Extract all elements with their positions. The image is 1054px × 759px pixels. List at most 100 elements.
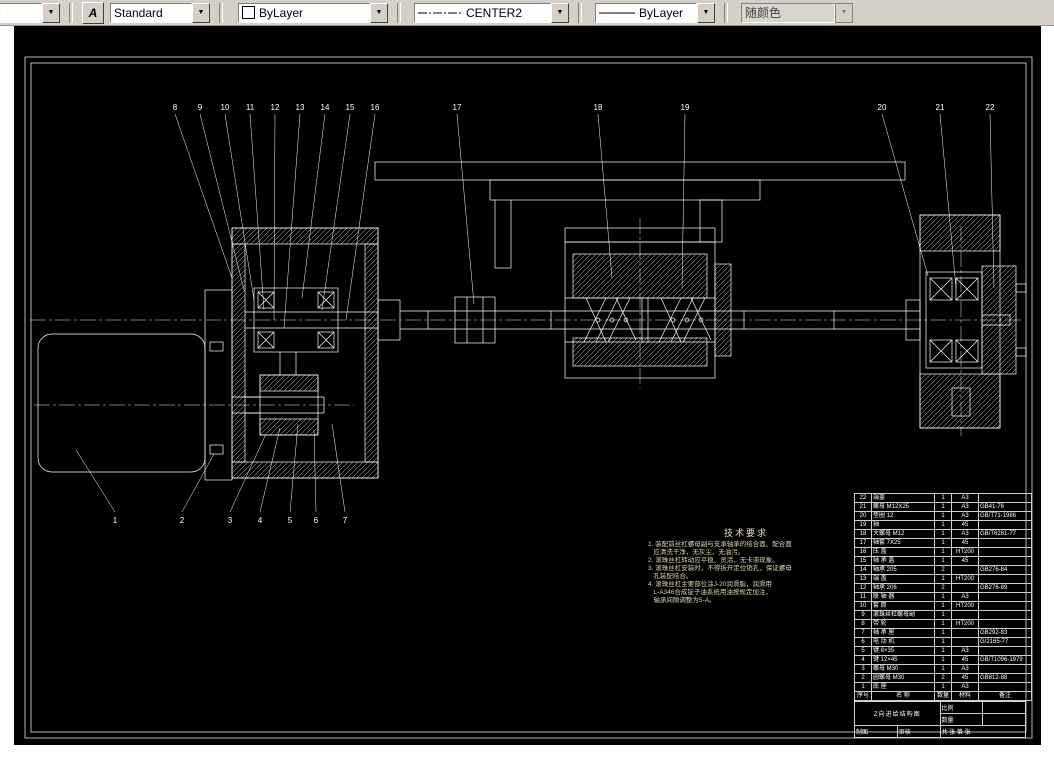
check-label: 审核 <box>896 725 941 738</box>
bom-row: 9 滚珠丝杠螺母副 1 <box>854 610 1032 620</box>
part-number: 14 <box>321 103 330 112</box>
linetype-combo-arrow[interactable]: ▼ <box>551 2 569 23</box>
tech-requirement-line: 应清洗干净，无灰尘、无油污。 <box>648 549 745 556</box>
part-number: 2 <box>180 516 185 525</box>
toolbar-separator <box>69 2 73 23</box>
bom-row: 17 轴套 7X25 1 45 <box>854 538 1032 548</box>
part-number: 6 <box>314 516 319 525</box>
bom-row: 14 轴承 205 2 GB276-84 <box>854 565 1032 575</box>
technical-requirements: 技术要求 1. 装配前丝杠螺母副与支承轴承的结合面、配合面 应清洗干净，无灰尘、… <box>648 526 844 605</box>
motor-body <box>37 333 206 473</box>
tech-requirement-line: 轴承间隙调整为5-A。 <box>648 597 716 604</box>
bom-row: 1底 座 1 A3 <box>854 682 1032 692</box>
sheet-label: 共 张 第 张 <box>939 725 1026 738</box>
tech-requirement-line: 孔装配结合。 <box>648 573 693 580</box>
bom-row: 2 圆螺母 M30 2 45 GB812-88 <box>854 673 1032 683</box>
text-style-combo-arrow[interactable]: ▼ <box>192 2 210 23</box>
layer-combo[interactable]: 5 ▼ <box>0 2 60 23</box>
part-number: 17 <box>453 103 462 112</box>
color-combo-arrow[interactable]: ▼ <box>370 2 388 23</box>
text-style-icon[interactable]: A <box>82 1 104 24</box>
part-number: 21 <box>936 103 945 112</box>
linetype-preview-icon <box>418 12 462 13</box>
gearbox-housing <box>231 227 379 479</box>
part-number: 20 <box>878 103 887 112</box>
tech-requirement-line: 2. 滚珠丝杠转动应平稳、灵活，无卡滞现象。 <box>648 557 779 564</box>
bom-row: 12 轴承 206 2 GB276-89 <box>854 583 1032 593</box>
lineweight-combo-value: ByLayer <box>639 5 684 20</box>
part-number: 22 <box>986 103 995 112</box>
parts-list-table: 22 端盖 1 A3 21 螺母 M12X25 1 A3 GB41-76 20 垫圈 12 1 A3 GB… <box>854 493 1032 701</box>
bom-row: 22 端盖 1 A3 <box>854 493 1032 503</box>
qty-label: 数量 <box>939 713 984 726</box>
plot-style-combo-arrow: ▼ <box>835 2 853 23</box>
bom-row: 13 端 盖 1 HT200 <box>854 574 1032 584</box>
linetype-combo[interactable]: CENTER2 ▼ <box>414 2 569 23</box>
drawing-title: Z向进给结构图 <box>854 701 941 726</box>
lineweight-combo-arrow[interactable]: ▼ <box>697 2 715 23</box>
drawn-label: 制图 <box>854 725 898 738</box>
toolbar-separator <box>397 2 401 23</box>
color-combo[interactable]: ByLayer ▼ <box>238 2 388 23</box>
end-cap <box>981 265 1017 375</box>
bom-row: 3 螺母 M30 1 A3 <box>854 664 1032 674</box>
bom-row: 15 轴 承 盖 1 45 <box>854 556 1032 566</box>
color-swatch-icon <box>242 6 255 19</box>
layer-combo-arrow[interactable]: ▼ <box>42 2 60 23</box>
bom-header-row: 序号名 称数量 材料 备注 <box>854 691 1032 701</box>
bom-row: 16 压 盖 1 HT200 <box>854 547 1032 557</box>
bom-row: 4键 12×45 1 45 GB/T1096-1979 <box>854 655 1032 665</box>
part-number: 16 <box>371 103 380 112</box>
tech-requirements-body: 1. 装配前丝杠螺母副与支承轴承的结合面、配合面 应清洗干净，无灰尘、无油污。 2… <box>648 541 844 605</box>
title-block: Z向进给结构图 比例 数量 制图 审核 共 张 第 张 <box>854 701 1026 738</box>
plot-style-value: 随颜色 <box>745 6 782 20</box>
bom-row: 11 联 轴 器 1 A3 <box>854 592 1032 602</box>
part-number: 7 <box>343 516 348 525</box>
motor-flange <box>204 289 233 481</box>
text-style-combo[interactable]: Standard ▼ <box>110 2 210 23</box>
lineweight-combo[interactable]: ByLayer ▼ <box>595 2 715 23</box>
part-number: 12 <box>271 103 280 112</box>
drawing-canvas[interactable]: 8 9 10 11 12 13 14 15 16 17 18 19 20 21 22 1 2 3 4 5 6 7 技术要求… <box>14 26 1041 745</box>
part-number: 15 <box>346 103 355 112</box>
bom-row: 5键 8×35 1 A3 <box>854 646 1032 656</box>
object-properties-toolbar: 5 ▼ A Standard ▼ ByLayer ▼ CENTER2 ▼ ByL… <box>0 0 1054 26</box>
part-number: 5 <box>288 516 293 525</box>
color-combo-value: ByLayer <box>259 5 304 20</box>
part-number: 8 <box>173 103 178 112</box>
tech-requirement-line: 3. 滚珠丝杠安装时，不得拆开定位销孔，保证螺母 <box>648 565 792 572</box>
part-number: 3 <box>228 516 233 525</box>
part-number: 13 <box>296 103 305 112</box>
part-number: 11 <box>246 103 255 112</box>
text-style-value: Standard <box>114 5 163 20</box>
part-number: 10 <box>221 103 230 112</box>
toolbar-separator <box>219 2 223 23</box>
bom-row: 8带 轮 1 HT200 <box>854 619 1032 629</box>
bom-row: 21 螺母 M12X25 1 A3 GB41-76 <box>854 502 1032 512</box>
tech-requirement-line: 4. 滚珠丝杠主要部位涂J-20润滑脂，润滑用 <box>648 581 772 588</box>
bom-row: 10 套 筒 1 HT200 <box>854 601 1032 611</box>
tech-requirement-line: L-A346合成锭子油系统用油按规定加注， <box>648 589 772 596</box>
bom-row: 19 轴 1 45 <box>854 520 1032 530</box>
linetype-combo-value: CENTER2 <box>466 5 523 20</box>
toolbar-separator <box>724 2 728 23</box>
part-number: 4 <box>258 516 263 525</box>
bom-row: 6电 动 机 1 G/2165-77 <box>854 637 1032 647</box>
parts-list-block: 22 端盖 1 A3 21 螺母 M12X25 1 A3 GB41-76 20 垫圈 12 1 A3 GB… <box>854 493 1032 738</box>
centerlines <box>30 218 1024 436</box>
part-number-leaders: 8 9 10 11 12 13 14 15 16 17 18 19 20 21 221 2 3 4 5 6 7 <box>75 103 995 525</box>
bom-row: 18 大螺母 M12 1 A3 GB/T6281-77 <box>854 529 1032 539</box>
tech-requirement-line: 1. 装配前丝杠螺母副与支承轴承的结合面、配合面 <box>648 541 792 548</box>
part-number: 18 <box>594 103 603 112</box>
bom-row: 7轴 承 座 1 GB292-83 <box>854 628 1032 638</box>
table-plate <box>374 161 906 181</box>
part-number: 1 <box>113 516 118 525</box>
lineweight-preview-icon <box>599 12 635 13</box>
bom-row: 20 垫圈 12 1 A3 GB/T71-1986 <box>854 511 1032 521</box>
toolbar-separator <box>578 2 582 23</box>
tech-requirements-title: 技术要求 <box>723 528 768 538</box>
layer-combo-value: 5 <box>0 6 1 20</box>
part-number: 9 <box>198 103 203 112</box>
plot-style-combo[interactable]: 随颜色 ▼ <box>741 2 853 23</box>
scale-label: 比例 <box>939 701 984 714</box>
